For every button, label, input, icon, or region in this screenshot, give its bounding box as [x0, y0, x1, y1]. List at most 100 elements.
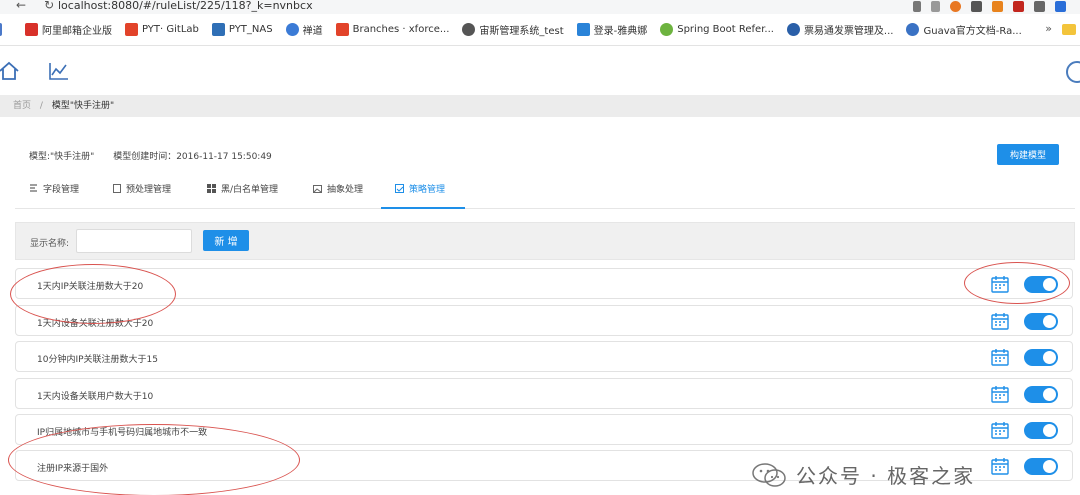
bookmark-label: Branches · xforce...	[352, 24, 450, 35]
bookmark-label: PYT_NAS	[228, 24, 273, 35]
calendar-icon[interactable]	[991, 312, 1009, 330]
rule-toggle[interactable]	[1024, 422, 1058, 439]
add-button[interactable]: 新 增	[203, 230, 249, 251]
rule-name: 10分钟内IP关联注册数大于15	[37, 355, 158, 365]
rule-name: 1天内设备关联用户数大于10	[37, 392, 154, 402]
invoice-icon	[786, 23, 800, 36]
bookmark-label: 禅道	[302, 26, 323, 37]
zentao-icon	[285, 23, 299, 36]
tab-abstract-processing[interactable]: 抽象处理	[313, 177, 383, 209]
home-icon[interactable]	[0, 61, 20, 81]
apps-icon	[0, 23, 2, 36]
rule-row: 1天内设备关联注册数大于20	[15, 305, 1073, 336]
bookmark-item[interactable]: 阿里邮箱企业版	[25, 22, 112, 37]
browser-address-bar: ← ↻ localhost:8080/#/ruleList/225/118?_k=…	[0, 0, 1080, 14]
rule-row: 1天内设备关联用户数大于10	[15, 378, 1073, 409]
page: ← ↻ localhost:8080/#/ruleList/225/118?_k=…	[0, 0, 1080, 495]
bookmark-item[interactable]: 登录-雅典娜	[576, 22, 648, 37]
spring-icon	[660, 23, 674, 36]
field-icon	[30, 184, 37, 192]
key-icon[interactable]	[913, 1, 921, 12]
extension-icon-json[interactable]	[971, 1, 982, 12]
image-icon	[313, 184, 322, 193]
grid-icon	[207, 184, 216, 193]
tab-field-management[interactable]: 字段管理	[29, 177, 99, 209]
tab-bar: 字段管理 预处理管理 黑/白名单管理 抽象处理 策略管理	[15, 177, 1075, 209]
tab-label: 字段管理	[43, 185, 80, 195]
display-name-label: 显示名称:	[30, 239, 70, 249]
extension-icon-orange[interactable]	[950, 1, 961, 12]
extension-icon-gray[interactable]	[1034, 1, 1045, 12]
bookmark-label: Spring Boot Refer...	[677, 24, 774, 35]
gitlab-icon	[125, 23, 138, 36]
user-menu-icon[interactable]	[1066, 61, 1080, 83]
bookmark-label: PYT· GitLab	[142, 24, 199, 35]
breadcrumb-current: 模型"快手注册"	[51, 101, 115, 111]
guava-icon	[906, 23, 920, 36]
bookmark-item[interactable]: PYT_NAS	[211, 23, 273, 36]
back-icon[interactable]: ←	[16, 0, 26, 12]
calendar-icon[interactable]	[991, 348, 1009, 366]
rule-row: 10分钟内IP关联注册数大于15	[15, 341, 1073, 372]
chart-icon[interactable]	[48, 61, 70, 81]
breadcrumb-home[interactable]: 首页	[13, 101, 31, 111]
watermark-text: 公众号 · 极客之家	[796, 464, 976, 488]
calendar-icon[interactable]	[991, 457, 1009, 475]
wechat-icon	[752, 462, 786, 487]
calendar-icon[interactable]	[991, 385, 1009, 403]
bookmark-item[interactable]: PYT· GitLab	[125, 23, 199, 36]
display-name-input[interactable]	[76, 229, 192, 253]
bookmarks-more-icon[interactable]: »	[1045, 22, 1052, 35]
build-model-button[interactable]: 构建模型	[997, 144, 1059, 165]
extension-icon-blue[interactable]	[1055, 1, 1066, 12]
tab-label: 黑/白名单管理	[221, 185, 279, 195]
strategy-icon	[395, 184, 404, 193]
bookmark-item[interactable]: Guava官方文档-Ra...	[906, 22, 1022, 37]
annotation-ellipse	[964, 262, 1070, 304]
bookmark-item[interactable]: 禅道	[285, 22, 323, 37]
folder-icon[interactable]	[1062, 24, 1076, 35]
extension-icon-red[interactable]	[1013, 1, 1024, 12]
metamask-icon[interactable]	[992, 1, 1003, 12]
bookmark-item[interactable]: 票易通发票管理及...	[786, 22, 894, 37]
bookmark-label: 登录-雅典娜	[593, 26, 648, 37]
tab-label: 策略管理	[409, 185, 446, 195]
star-icon[interactable]	[931, 1, 940, 12]
model-created-time: 模型创建时间：2016-11-17 15:50:49	[113, 152, 272, 162]
bookmark-item[interactable]: 宙斯管理系统_test	[462, 22, 564, 37]
bookmark-label: Guava官方文档-Ra...	[923, 26, 1022, 37]
nas-icon	[211, 23, 225, 36]
breadcrumb-separator: /	[39, 101, 43, 111]
model-name: 模型:"快手注册"	[29, 152, 95, 162]
watermark: 公众号 · 极客之家	[752, 460, 975, 489]
rule-toggle[interactable]	[1024, 349, 1058, 366]
annotation-ellipse	[8, 424, 300, 495]
bookmark-item[interactable]: Spring Boot Refer...	[660, 23, 774, 36]
rule-toggle[interactable]	[1024, 458, 1058, 475]
filter-bar: 显示名称: 新 增	[15, 222, 1075, 260]
mail-icon	[25, 23, 38, 36]
tab-strategy-management[interactable]: 策略管理	[381, 177, 465, 209]
app-header	[0, 47, 1080, 95]
tab-preprocess-management[interactable]: 预处理管理	[113, 177, 197, 209]
document-icon	[113, 184, 121, 193]
bookmark-label: 票易通发票管理及...	[803, 26, 894, 37]
globe-icon	[462, 23, 476, 36]
reload-icon[interactable]: ↻	[44, 0, 54, 12]
bookmark-apps[interactable]	[0, 23, 12, 36]
model-info: 模型:"快手注册" 模型创建时间：2016-11-17 15:50:49	[29, 149, 288, 162]
calendar-icon[interactable]	[991, 421, 1009, 439]
bookmark-item[interactable]: Branches · xforce...	[335, 23, 450, 36]
rule-toggle[interactable]	[1024, 386, 1058, 403]
breadcrumb: 首页 / 模型"快手注册"	[0, 95, 1080, 117]
bookmarks-bar: 阿里邮箱企业版 PYT· GitLab PYT_NAS 禅道 Branches …	[0, 14, 1080, 46]
url-field[interactable]: localhost:8080/#/ruleList/225/118?_k=nvn…	[58, 0, 313, 12]
tab-blackwhite-list-management[interactable]: 黑/白名单管理	[207, 177, 307, 209]
annotation-ellipse	[10, 264, 176, 324]
gitlab-icon	[335, 23, 349, 36]
rule-toggle[interactable]	[1024, 313, 1058, 330]
tab-label: 抽象处理	[327, 185, 364, 195]
tab-label: 预处理管理	[126, 185, 172, 195]
bookmark-label: 宙斯管理系统_test	[479, 26, 564, 37]
extensions	[913, 1, 1066, 12]
